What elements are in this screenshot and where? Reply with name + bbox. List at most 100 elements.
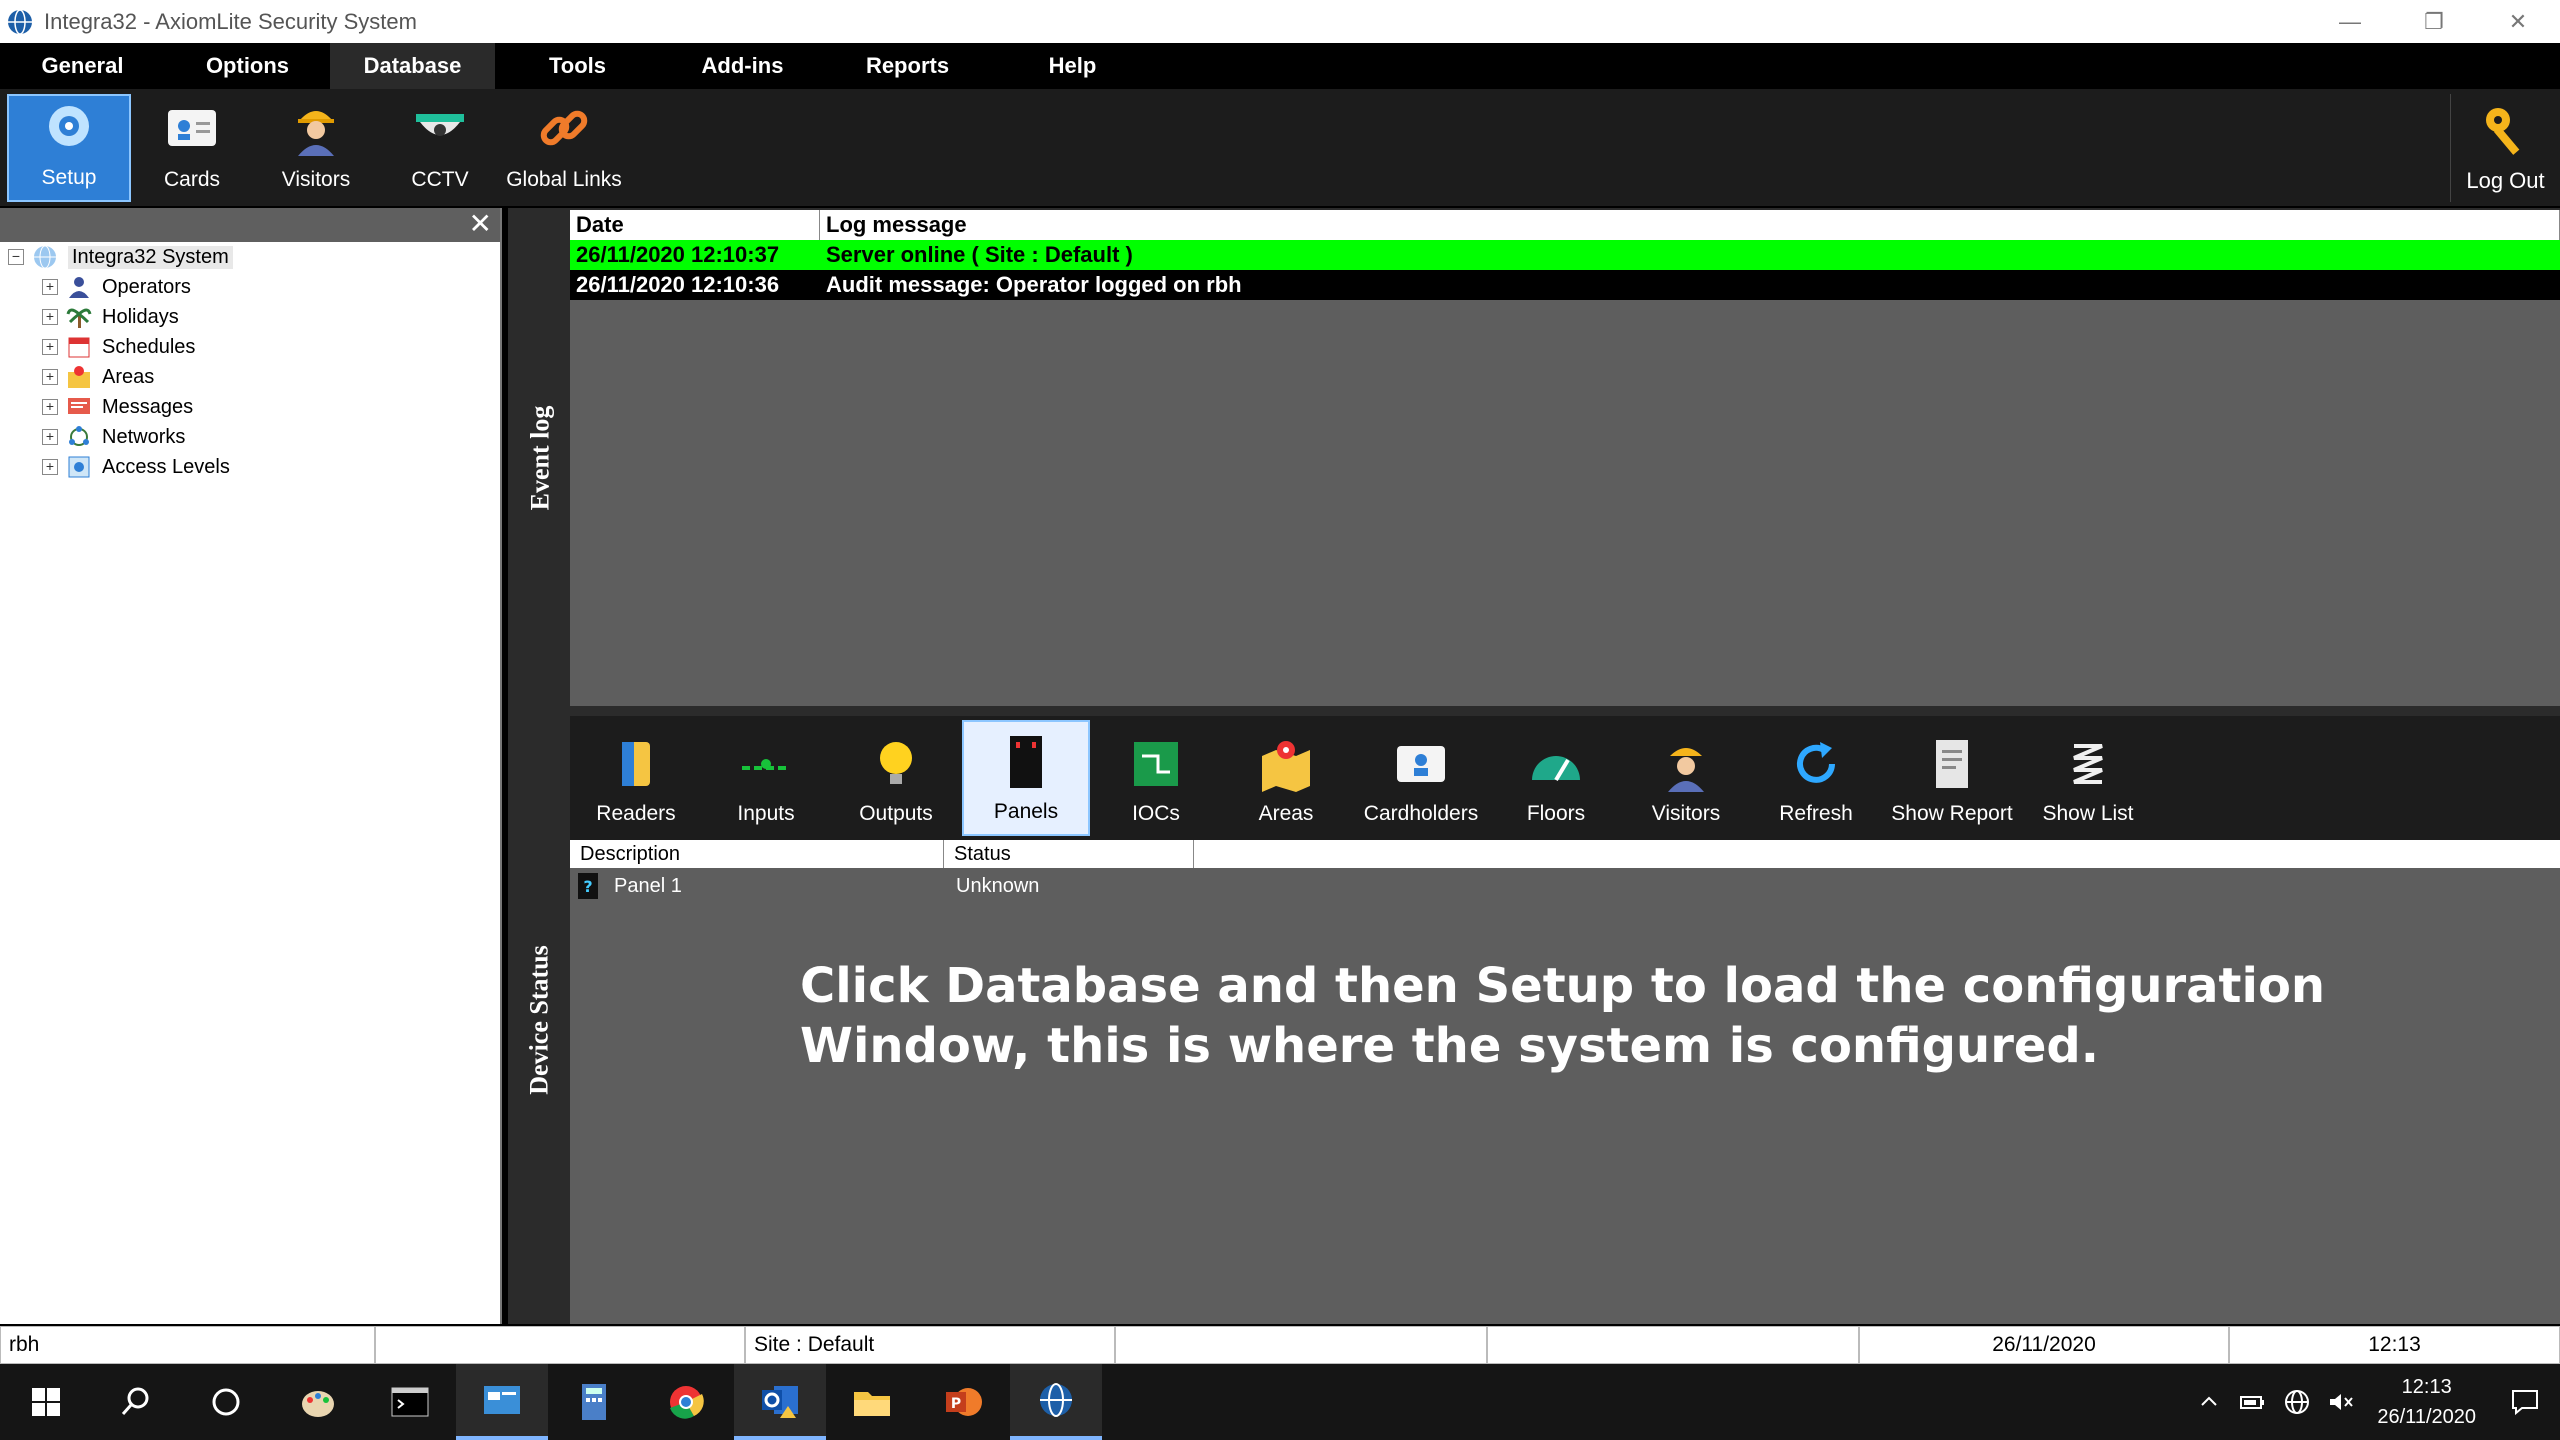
tree-item-areas[interactable]: + Areas <box>42 362 154 392</box>
expand-icon[interactable]: + <box>42 279 58 295</box>
show-report-button[interactable]: Show Report <box>1882 720 2022 836</box>
ribbon-toolbar: Setup Cards Visitors CCTV Global Links L… <box>0 89 2560 206</box>
notification-icon <box>2512 1390 2538 1416</box>
title-bar: Integra32 - AxiomLite Security System — … <box>0 0 2560 43</box>
expand-icon[interactable]: + <box>42 399 58 415</box>
taskbar-terminal-app[interactable] <box>364 1364 456 1440</box>
log-out-button[interactable]: Log Out <box>2450 94 2560 202</box>
minimize-button[interactable]: — <box>2308 0 2392 43</box>
taskbar-integra-app[interactable] <box>456 1364 548 1440</box>
status-date: 26/11/2020 <box>1859 1326 2229 1364</box>
event-row[interactable]: 26/11/2020 12:10:37 Server online ( Site… <box>570 240 2560 270</box>
expand-icon[interactable]: + <box>42 429 58 445</box>
menu-general[interactable]: General <box>0 43 165 89</box>
calendar-icon <box>68 337 90 358</box>
expand-icon[interactable]: + <box>42 369 58 385</box>
tray-volume[interactable] <box>2319 1364 2363 1440</box>
menu-tools[interactable]: Tools <box>495 43 660 89</box>
menu-options[interactable]: Options <box>165 43 330 89</box>
notifications-button[interactable] <box>2490 1364 2560 1440</box>
taskbar-clock[interactable]: 12:13 26/11/2020 <box>2363 1372 2490 1432</box>
global-links-button[interactable]: Global Links <box>502 94 626 202</box>
cortana-circle-icon <box>212 1388 240 1416</box>
network-icon <box>69 426 89 446</box>
event-date: 26/11/2020 12:10:36 <box>576 272 780 297</box>
status-site: Site : Default <box>745 1326 1115 1364</box>
outputs-button[interactable]: Outputs <box>832 720 960 836</box>
column-log-message[interactable]: Log message <box>820 210 2560 240</box>
list-icon <box>2073 744 2103 784</box>
input-switch-icon <box>742 759 790 770</box>
visitor-worker-icon <box>1668 748 1704 792</box>
restore-button[interactable]: ❐ <box>2392 0 2476 43</box>
taskbar-explorer-app[interactable] <box>826 1364 918 1440</box>
menu-help[interactable]: Help <box>990 43 1155 89</box>
visitor-worker-icon <box>298 111 334 156</box>
expand-icon[interactable]: + <box>42 309 58 325</box>
tree-item-operators[interactable]: + Operators <box>42 272 191 302</box>
reader-icon <box>622 742 650 786</box>
taskbar-calculator-app[interactable] <box>548 1364 640 1440</box>
status-user: rbh <box>0 1326 375 1364</box>
window-title: Integra32 - AxiomLite Security System <box>44 8 417 34</box>
tree-item-access-levels[interactable]: + Access Levels <box>42 452 230 482</box>
taskbar-time: 12:13 <box>2401 1376 2452 1398</box>
expand-icon[interactable]: + <box>42 459 58 475</box>
tray-expand-button[interactable] <box>2187 1364 2231 1440</box>
column-description[interactable]: Description <box>570 840 944 868</box>
operators-icon <box>69 277 89 298</box>
iocs-button[interactable]: IOCs <box>1092 720 1220 836</box>
menu-add-ins[interactable]: Add-ins <box>660 43 825 89</box>
cards-button[interactable]: Cards <box>134 94 250 202</box>
panel-unknown-icon: ? <box>578 873 598 899</box>
column-status[interactable]: Status <box>944 840 1194 868</box>
tree-item-messages[interactable]: + Messages <box>42 392 193 422</box>
access-levels-icon <box>68 456 90 478</box>
collapse-icon[interactable]: − <box>8 249 24 265</box>
status-time: 12:13 <box>2229 1326 2560 1364</box>
menu-reports[interactable]: Reports <box>825 43 990 89</box>
tree-root-integra32[interactable]: − Integra32 System <box>8 242 233 272</box>
readers-button[interactable]: Readers <box>572 720 700 836</box>
inputs-button[interactable]: Inputs <box>702 720 830 836</box>
menu-database[interactable]: Database <box>330 43 495 89</box>
main-area: Event log Date Log message 26/11/2020 12… <box>508 208 2560 1324</box>
search-button[interactable] <box>90 1364 182 1440</box>
task-view-button[interactable] <box>180 1364 272 1440</box>
taskbar-outlook-app[interactable] <box>734 1364 826 1440</box>
tree-item-holidays[interactable]: + Holidays <box>42 302 179 332</box>
taskbar-paint-app[interactable] <box>272 1364 364 1440</box>
globe-app-icon <box>8 8 32 35</box>
cctv-button[interactable]: CCTV <box>382 94 498 202</box>
visitors-status-button[interactable]: Visitors <box>1622 720 1750 836</box>
tray-battery[interactable] <box>2231 1364 2275 1440</box>
device-status-label: Device Status <box>510 716 570 1324</box>
event-message: Audit message: Operator logged on rbh <box>826 272 1242 297</box>
status-empty-1 <box>375 1326 745 1364</box>
cardholders-button[interactable]: Cardholders <box>1352 720 1490 836</box>
close-window-button[interactable]: ✕ <box>2476 0 2560 43</box>
taskbar-powerpoint-app[interactable]: P <box>918 1364 1010 1440</box>
close-panel-icon[interactable]: ✕ <box>469 210 492 238</box>
setup-button[interactable]: Setup <box>7 94 131 202</box>
tree-item-schedules[interactable]: + Schedules <box>42 332 195 362</box>
floors-button[interactable]: Floors <box>1492 720 1620 836</box>
event-row[interactable]: 26/11/2020 12:10:36 Audit message: Opera… <box>570 270 2560 300</box>
taskbar-integra32-app[interactable] <box>1010 1364 1102 1440</box>
id-card-icon <box>168 110 216 146</box>
refresh-button[interactable]: Refresh <box>1752 720 1880 836</box>
visitors-button[interactable]: Visitors <box>254 94 378 202</box>
show-list-button[interactable]: Show List <box>2024 720 2152 836</box>
start-button[interactable] <box>0 1364 92 1440</box>
panel-device-icon <box>1010 736 1042 788</box>
areas-button[interactable]: Areas <box>1222 720 1350 836</box>
panels-button[interactable]: Panels <box>962 720 1090 836</box>
taskbar-chrome-app[interactable] <box>640 1364 732 1440</box>
column-date[interactable]: Date <box>570 210 820 240</box>
tree-panel-header: ✕ <box>0 208 500 242</box>
windows-logo-icon <box>32 1388 60 1416</box>
expand-icon[interactable]: + <box>42 339 58 355</box>
device-row[interactable]: ? Panel 1 Unknown <box>570 870 2560 902</box>
tree-item-networks[interactable]: + Networks <box>42 422 185 452</box>
tray-network[interactable] <box>2275 1364 2319 1440</box>
